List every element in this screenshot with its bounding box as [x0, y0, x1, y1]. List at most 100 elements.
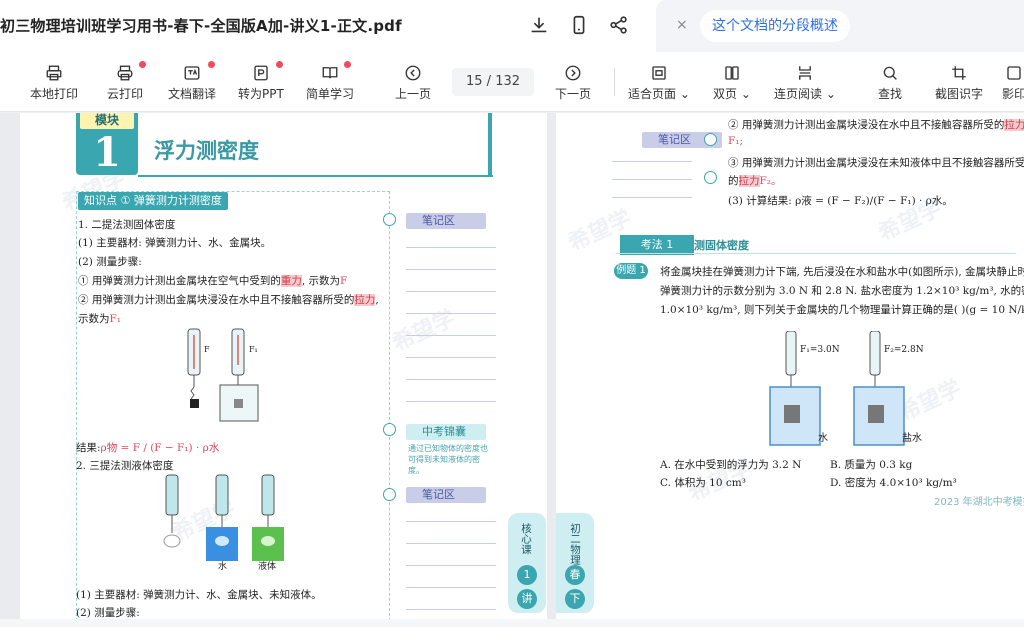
- screenshot-ocr-button[interactable]: 截图识字: [935, 64, 983, 102]
- download-icon[interactable]: [528, 14, 550, 36]
- new-dot-icon: [208, 61, 215, 68]
- side-tab-season: 春: [565, 565, 585, 585]
- fig-label-liquid: 液体: [258, 562, 277, 572]
- ppt-icon: [254, 65, 268, 81]
- text-line: ③ 用弹簧测力计测出金属块浸没在未知液体中且不接触容器所受: [728, 157, 1024, 169]
- question-line: 弹簧测力计的示数分别为 3.0 N 和 2.8 N. 盐水密度为 1.2×10³…: [660, 285, 1024, 297]
- photocopy-button[interactable]: 影印: [1002, 64, 1024, 102]
- fit-page-dropdown[interactable]: 适合页面 ⌄: [628, 64, 690, 102]
- simple-study-label: 简单学习: [306, 87, 355, 101]
- formula-symbol: F₂。: [759, 175, 782, 187]
- result-line: 结果:ρ物 = F / (F − F₁) · ρ水: [76, 440, 219, 455]
- note-line: [406, 401, 496, 402]
- note-line: [406, 247, 496, 248]
- note-line: [406, 269, 496, 270]
- search-label: 查找: [878, 87, 903, 101]
- note-line: [406, 313, 496, 314]
- right-page: 希望学 希望学 希望学 希望学 笔记区 ② 用弹簧测力计测出金属块浸没在水中且不…: [556, 113, 1024, 619]
- side-tab-unit: 下: [565, 589, 585, 609]
- fig-label-water: 水: [818, 433, 828, 444]
- option-b: B. 质量为 0.3 kg: [830, 459, 913, 471]
- side-tab-unit: 讲: [517, 589, 537, 609]
- note-line: [406, 521, 496, 522]
- module-label: 模块: [80, 113, 134, 129]
- double-page-dropdown[interactable]: 双页 ⌄: [713, 64, 751, 102]
- note-line: [406, 609, 496, 610]
- note-line: [612, 161, 692, 162]
- search-icon: [883, 66, 897, 80]
- text-span: ,: [375, 294, 379, 306]
- page-number-input[interactable]: 15 / 132: [452, 68, 534, 96]
- method-tag: 考法 1: [620, 235, 694, 255]
- highlight: 拉力: [1004, 119, 1024, 131]
- page-sep: /: [486, 74, 492, 89]
- note-line: [406, 335, 496, 336]
- screenshot-ocr-label: 截图识字: [935, 87, 984, 101]
- text-line: (2) 测量步骤:: [78, 256, 142, 268]
- text-line: 的拉力F₂。: [728, 173, 782, 188]
- translate-label: 文档翻译: [168, 87, 217, 101]
- note-line: [406, 565, 496, 566]
- to-ppt-button[interactable]: 转为PPT: [238, 61, 284, 102]
- new-dot-icon: [344, 61, 351, 68]
- fit-page-label: 适合页面: [628, 87, 677, 101]
- formula-symbol: F₁;: [728, 135, 744, 147]
- binder-ring: [383, 423, 396, 436]
- continuous-read-dropdown[interactable]: 连页阅读 ⌄: [774, 64, 836, 102]
- text-span: ② 用弹簧测力计测出金属块浸没在水中且不接触容器所受的: [78, 294, 355, 306]
- notes-header: 笔记区: [406, 213, 486, 229]
- module-number: 1: [93, 129, 121, 176]
- continuous-read-label: 连页阅读: [774, 87, 823, 101]
- note-line: [406, 357, 496, 358]
- chevron-down-icon: ⌄: [737, 87, 751, 101]
- binder-ring: [383, 213, 396, 226]
- local-print-button[interactable]: 本地打印: [30, 64, 78, 102]
- text-span: ① 用弹簧测力计测出金属块在空气中受到的: [78, 275, 281, 287]
- side-tab-number: 1: [517, 565, 537, 585]
- document-title: 初三物理培训班学习用书-春下-全国版A加-讲义1-正文.pdf: [0, 17, 402, 35]
- text-span: ② 用弹簧测力计测出金属块浸没在水中且不接触容器所受的: [728, 119, 1005, 131]
- cloud-print-label: 云打印: [107, 87, 144, 101]
- ai-panel-close-icon[interactable]: ×: [676, 17, 688, 33]
- printer-icon: [46, 65, 62, 81]
- text-line: 示数为F₁: [78, 311, 121, 326]
- fig-label: F: [204, 345, 210, 354]
- module-title: 浮力测密度: [154, 139, 259, 163]
- translate-button[interactable]: 文档翻译: [168, 61, 217, 102]
- option-c: C. 体积为 10 cm³: [660, 477, 746, 489]
- question-source: 2023 年湖北中考模拟: [934, 497, 1024, 508]
- prev-page-button[interactable]: 上一页: [395, 64, 431, 102]
- method-rule: [616, 253, 1016, 254]
- cloud-print-button[interactable]: 云打印: [107, 61, 146, 102]
- note-line: [406, 543, 496, 544]
- text-line: (2) 测量步骤:: [76, 607, 140, 619]
- cloud-printer-icon: [117, 65, 133, 81]
- option-d: D. 密度为 4.0×10³ kg/m³: [830, 477, 957, 489]
- chevron-down-icon: ⌄: [676, 87, 690, 101]
- more-icon: [1007, 66, 1021, 80]
- notes-header: 笔记区: [406, 487, 486, 503]
- mobile-icon[interactable]: [568, 14, 590, 36]
- note-line: [406, 379, 496, 380]
- fig-label-f2: F₂=2.8N: [884, 345, 924, 355]
- to-ppt-label: 转为PPT: [238, 87, 284, 101]
- page-total: 132: [495, 74, 521, 89]
- ai-summary-chip[interactable]: 这个文档的分段概述: [700, 10, 850, 42]
- text-line: 1. 二提法测固体密度: [78, 219, 176, 231]
- module-rule: [138, 175, 493, 177]
- left-page: 希望学 希望学 希望学 模块 1 浮力测密度 知识点 ① 弹簧测力计测密度 1.…: [20, 113, 547, 619]
- toolbar-divider: [614, 68, 615, 96]
- next-page-button[interactable]: 下一页: [555, 64, 591, 102]
- simple-study-button[interactable]: 简单学习: [306, 61, 355, 102]
- share-icon[interactable]: [608, 14, 630, 36]
- note-line: [406, 587, 496, 588]
- prev-page-label: 上一页: [395, 87, 432, 101]
- search-button[interactable]: 查找: [878, 64, 902, 102]
- highlight: 重力: [280, 275, 302, 287]
- text-span: 的: [728, 175, 739, 187]
- prev-page-icon: [405, 65, 421, 81]
- translate-icon: [184, 66, 200, 80]
- chevron-down-icon: ⌄: [822, 87, 836, 101]
- document-viewer[interactable]: 希望学 希望学 希望学 模块 1 浮力测密度 知识点 ① 弹簧测力计测密度 1.…: [0, 113, 1024, 619]
- ai-book-icon: [322, 67, 338, 79]
